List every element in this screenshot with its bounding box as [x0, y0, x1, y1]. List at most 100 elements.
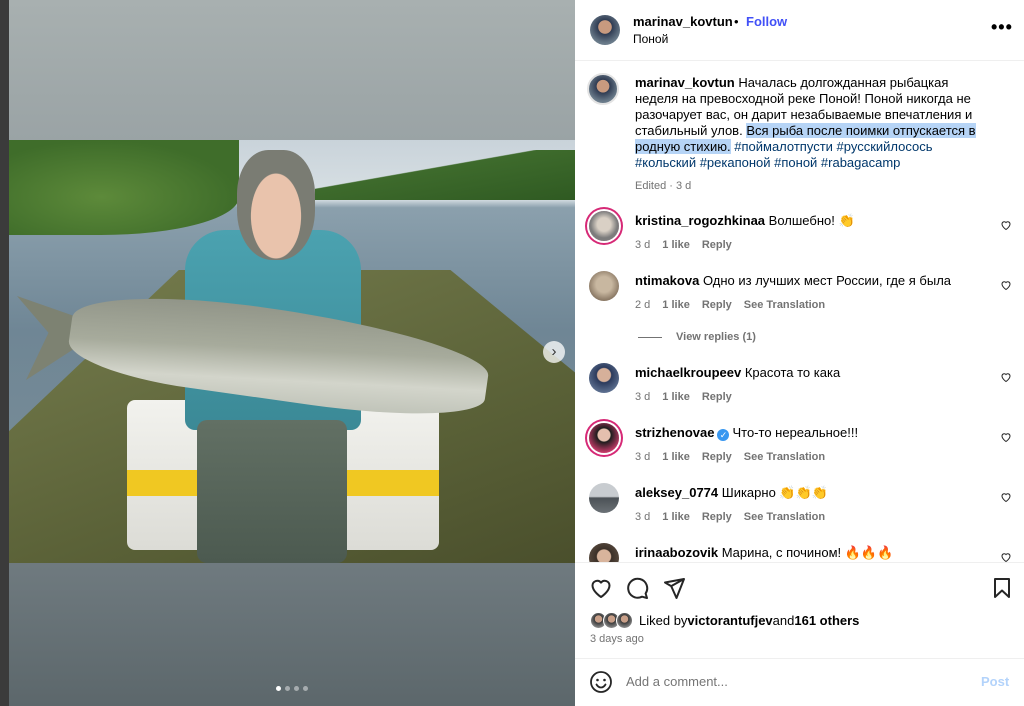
add-comment-bar: Post [575, 658, 1024, 706]
comment-username[interactable]: kristina_rogozhkinaa [635, 213, 765, 228]
carousel-next-button[interactable]: › [543, 341, 565, 363]
comment-reply-button[interactable]: Reply [702, 391, 732, 403]
author-username[interactable]: marinav_kovtun [633, 14, 733, 29]
comment-meta: 3 d 1 like Reply [635, 239, 732, 251]
emoji-icon[interactable] [589, 670, 613, 694]
liker-avatars [590, 612, 633, 629]
comment-text: Красота то кака [744, 365, 841, 380]
view-replies-dash [638, 336, 662, 338]
carousel-dot [276, 686, 281, 691]
likes-others[interactable]: 161 others [794, 613, 859, 628]
post-comment-button[interactable]: Post [981, 674, 1009, 689]
carousel-dot [285, 686, 290, 691]
posted-time[interactable]: 3 days ago [590, 633, 644, 645]
comment-username[interactable]: ntimakova [635, 273, 699, 288]
comment-username[interactable]: aleksey_0774 [635, 485, 718, 500]
comment-item: strizhenovae ✓ Что-то нереальное!!! 3 d 1 … [587, 423, 1012, 473]
comment-time: 3 d [635, 239, 651, 251]
comment-likes[interactable]: 1 like [662, 239, 690, 251]
caption-username[interactable]: marinav_kovtun [635, 75, 735, 90]
author-avatar[interactable] [590, 15, 620, 45]
comment-reply-button[interactable]: Reply [702, 511, 732, 523]
comment-text: Одно из лучших мест России, где я была [702, 273, 952, 288]
see-translation-button[interactable]: See Translation [744, 511, 825, 523]
comment-text: Марина, с починoм! 🔥🔥🔥 [721, 545, 894, 560]
follow-button[interactable]: Follow [746, 14, 787, 29]
comment-like-heart-icon[interactable] [1000, 279, 1012, 291]
comment-line: michaelkroupeev Красота то кака [635, 365, 840, 380]
comment-meta: 3 d 1 like Reply [635, 391, 732, 403]
comment-item: kristina_rogozhkinaa Волшебно! 👏 3 d 1 l… [587, 211, 1012, 261]
post-actions: Liked by victorantufjev and 161 others 3… [575, 562, 1024, 658]
comment-avatar[interactable] [589, 211, 619, 241]
likes-user[interactable]: victorantufjev [687, 613, 772, 628]
post-panel: marinav_kovtun • Follow Поной ••• marina… [575, 0, 1024, 706]
comment-avatar[interactable] [589, 271, 619, 301]
media-edge [0, 0, 9, 706]
comment-avatar[interactable] [589, 363, 619, 393]
comment-time: 3 d [635, 451, 651, 463]
comment-item: ntimakova Одно из лучших мест России, гд… [587, 271, 1012, 321]
comment-likes[interactable]: 1 like [662, 299, 690, 311]
comment-text: Волшебно! 👏 [768, 213, 855, 228]
comment-username[interactable]: strizhenovae [635, 425, 714, 440]
comment-line: kristina_rogozhkinaa Волшебно! 👏 [635, 213, 855, 229]
comment-username[interactable]: michaelkroupeev [635, 365, 741, 380]
comment-time: 2 d [635, 299, 651, 311]
comment-meta: 2 d 1 like Reply See Translation [635, 299, 825, 311]
comment-likes[interactable]: 1 like [662, 511, 690, 523]
caption-avatar[interactable] [587, 73, 619, 105]
comment-likes[interactable]: 1 like [662, 451, 690, 463]
comment-item: irinaabozovik Марина, с починoм! 🔥🔥🔥 [587, 543, 1012, 562]
more-options-icon[interactable]: ••• [991, 17, 1013, 38]
comment-line: ntimakova Одно из лучших мест России, гд… [635, 273, 951, 288]
see-translation-button[interactable]: See Translation [744, 299, 825, 311]
like-heart-icon[interactable] [589, 576, 613, 600]
comment-like-heart-icon[interactable] [1000, 431, 1012, 443]
comment-avatar[interactable] [589, 483, 619, 513]
comment-avatar[interactable] [589, 423, 619, 453]
comment-input[interactable] [626, 674, 956, 689]
comment-avatar[interactable] [589, 543, 619, 562]
save-bookmark-icon[interactable] [990, 576, 1014, 600]
comment-reply-button[interactable]: Reply [702, 299, 732, 311]
comment-line: irinaabozovik Марина, с починoм! 🔥🔥🔥 [635, 545, 893, 561]
comment-text: Шикарно 👏👏👏 [721, 485, 828, 500]
comment-username[interactable]: irinaabozovik [635, 545, 718, 560]
post-media: › [0, 0, 575, 706]
see-translation-button[interactable]: See Translation [744, 451, 825, 463]
caption-edited: Edited · 3 d [635, 180, 692, 192]
comment-item: aleksey_0774 Шикарно 👏👏👏 3 d 1 like Repl… [587, 483, 1012, 533]
share-paper-plane-icon[interactable] [662, 576, 686, 600]
comments-list[interactable]: marinav_kovtun Началась долгожданная рыб… [575, 61, 1024, 562]
comment-text: Что-то нереальное!!! [732, 425, 859, 440]
comment-meta: 3 d 1 like Reply See Translation [635, 451, 825, 463]
comment-like-heart-icon[interactable] [1000, 219, 1012, 231]
comment-time: 3 d [635, 391, 651, 403]
likes-prefix: Liked by [639, 613, 688, 628]
comment-item: michaelkroupeev Красота то кака 3 d 1 li… [587, 363, 1012, 413]
post-header: marinav_kovtun • Follow Поной ••• [575, 0, 1024, 61]
header-separator: • [734, 14, 739, 29]
carousel-dot [294, 686, 299, 691]
location-link[interactable]: Поной [633, 32, 668, 46]
comment-likes[interactable]: 1 like [662, 391, 690, 403]
comment-meta: 3 d 1 like Reply See Translation [635, 511, 825, 523]
post-photo [9, 140, 575, 563]
comment-time: 3 d [635, 511, 651, 523]
carousel-dot [303, 686, 308, 691]
comment-reply-button[interactable]: Reply [702, 239, 732, 251]
comment-like-heart-icon[interactable] [1000, 551, 1012, 562]
likes-summary[interactable]: Liked by victorantufjev and 161 others [590, 612, 859, 629]
comment-bubble-icon[interactable] [625, 576, 649, 600]
view-replies-label[interactable]: View replies (1) [676, 331, 756, 343]
caption-text: marinav_kovtun Началась долгожданная рыб… [635, 75, 995, 171]
verified-badge-icon: ✓ [717, 429, 730, 441]
comment-like-heart-icon[interactable] [1000, 491, 1012, 503]
comment-line: aleksey_0774 Шикарно 👏👏👏 [635, 485, 828, 501]
likes-middle: and [772, 613, 795, 628]
comment-like-heart-icon[interactable] [1000, 371, 1012, 383]
comment-line: strizhenovae ✓ Что-то нереальное!!! [635, 425, 858, 441]
view-replies-button[interactable]: View replies (1) [638, 331, 756, 343]
comment-reply-button[interactable]: Reply [702, 451, 732, 463]
